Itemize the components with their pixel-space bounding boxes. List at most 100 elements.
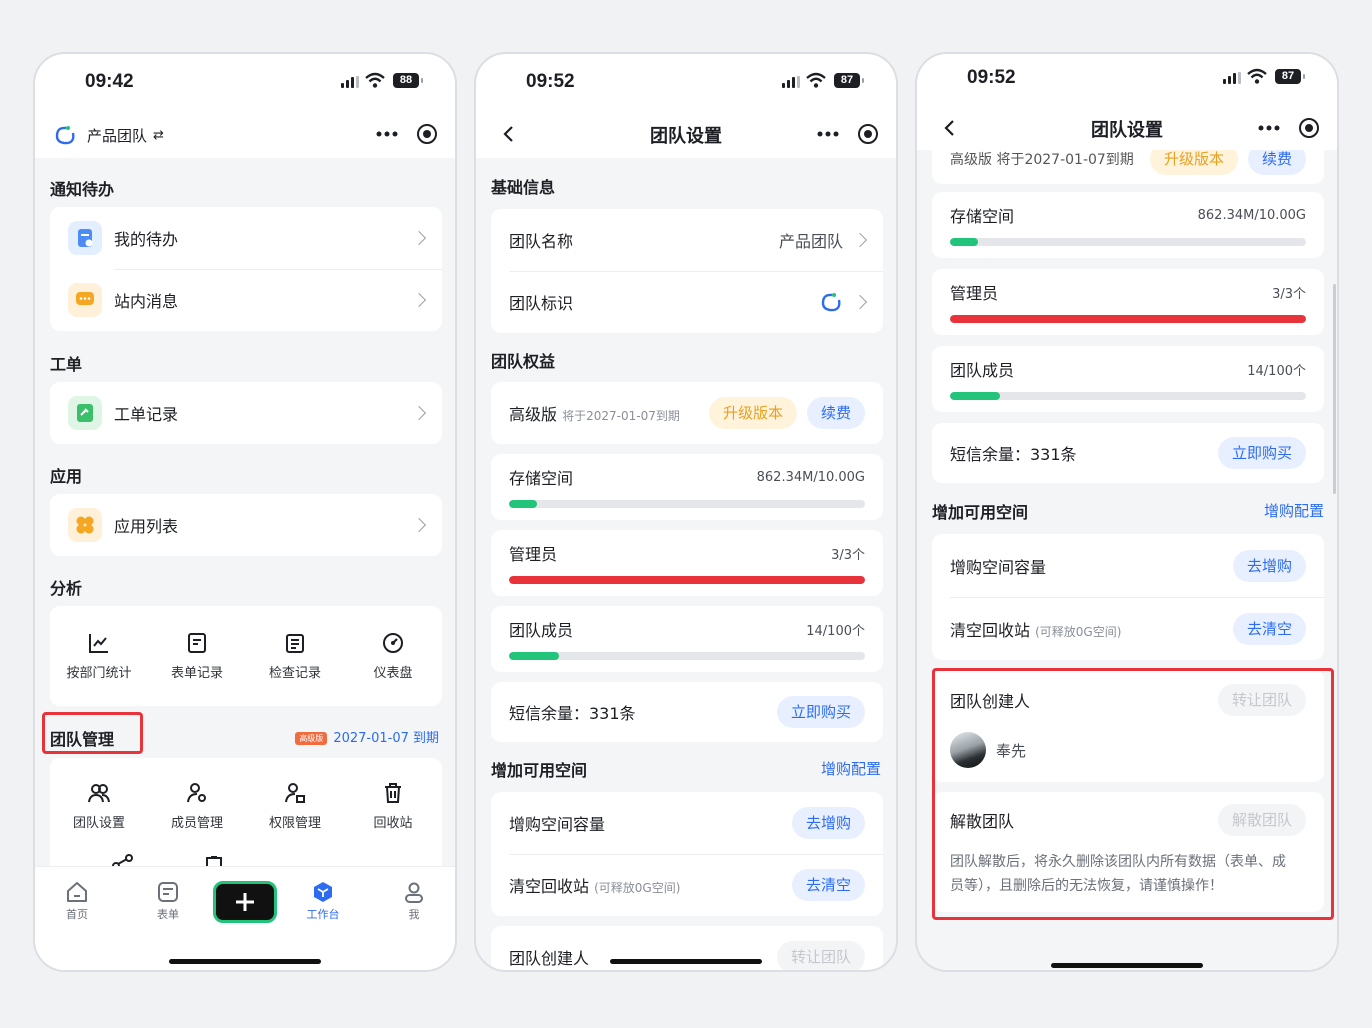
tab-label: 表单 (157, 908, 179, 921)
row-team-logo[interactable]: 团队标识 (491, 271, 883, 333)
tab-label: 首页 (66, 908, 88, 921)
grid-item-form-record[interactable]: 表单记录 (148, 632, 246, 681)
creator-card: 团队创建人 转让团队 (491, 926, 883, 970)
form-record-icon (188, 633, 206, 653)
grid-item-label: 表单记录 (170, 666, 223, 681)
admin-label: 管理员 (509, 545, 558, 564)
grid-item-permission-mgmt[interactable]: 权限管理 (246, 782, 344, 831)
check-record-icon (286, 634, 304, 653)
grid-item-label: 成员管理 (170, 816, 223, 831)
plan-badge: 高级版 (295, 732, 328, 745)
admin-card: 管理员 3/3个 (932, 269, 1324, 335)
member-progress (950, 392, 1306, 400)
row-clear-bin: 清空回收站 (可释放0G空间) 去清空 (932, 597, 1324, 660)
buy-space-button[interactable]: 去增购 (1232, 549, 1306, 582)
buy-sms-button[interactable]: 立即购买 (776, 696, 865, 728)
tab-form[interactable]: 表单 (138, 881, 198, 922)
list-item-my-todo[interactable]: 我的待办 (50, 207, 442, 269)
list-item-app-list[interactable]: 应用列表 (50, 494, 442, 556)
line-chart-icon (89, 634, 108, 653)
grid-item-label: 权限管理 (268, 816, 321, 831)
tab-home[interactable]: 首页 (47, 881, 107, 922)
trash-icon (385, 783, 401, 803)
renew-button[interactable]: 续费 (806, 397, 865, 429)
workorder-icon (68, 396, 102, 430)
user-icon (405, 882, 423, 903)
tab-workbench[interactable]: 工作台 (293, 881, 353, 922)
phone-workbench: 09:42 88 产品团队 ⇄ 通知待办 我的待办 站内消息 工单 工单记录 应… (33, 52, 457, 972)
dashboard-icon (383, 633, 403, 653)
scrollbar[interactable] (1333, 284, 1336, 494)
sms-row: 短信余量：331条 立即购买 (932, 423, 1324, 483)
transfer-team-button[interactable]: 转让团队 (776, 941, 865, 970)
grid-item-team-settings[interactable]: 团队设置 (50, 782, 148, 831)
close-miniapp-icon[interactable] (417, 124, 437, 144)
grid-item-recycle-bin[interactable]: 回收站 (344, 782, 442, 831)
space-config-link[interactable]: 增购配置 (1264, 500, 1324, 521)
section-basic: 基础信息 (491, 178, 556, 197)
grid-item-label: 检查记录 (268, 666, 321, 681)
clear-note: (可释放0G空间) (594, 881, 681, 895)
plan-card: 高级版 将于2027-01-07到期 升级版本 续费 (491, 382, 883, 444)
more-icon[interactable] (375, 124, 399, 144)
row-label: 增购空间容量 (950, 557, 1047, 577)
close-miniapp-icon[interactable] (858, 124, 878, 144)
grid-item-check-record[interactable]: 检查记录 (246, 632, 344, 681)
more-icon[interactable] (1257, 118, 1281, 138)
signal-icon (341, 76, 359, 88)
chevron-right-icon (852, 294, 868, 310)
home-indicator (1051, 963, 1203, 968)
section-space: 增加可用空间 (491, 761, 588, 780)
close-miniapp-icon[interactable] (1299, 118, 1319, 138)
todo-card: 我的待办 站内消息 (50, 207, 442, 331)
clear-bin-button[interactable]: 去清空 (1232, 612, 1306, 645)
home-indicator (610, 959, 762, 964)
home-icon (67, 882, 87, 902)
grid-item-dept-stats[interactable]: 按部门统计 (50, 632, 148, 681)
list-item-workorder[interactable]: 工单记录 (50, 382, 442, 444)
tab-label: 我 (408, 908, 420, 921)
row-buy-space: 增购空间容量 去增购 (491, 792, 883, 854)
clear-bin-button[interactable]: 去清空 (791, 869, 865, 901)
sms-card: 短信余量：331条 立即购买 (491, 682, 883, 742)
list-item-messages[interactable]: 站内消息 (50, 269, 442, 331)
tab-me[interactable]: 我 (384, 881, 444, 922)
space-config-link[interactable]: 增购配置 (821, 758, 881, 779)
buy-sms-button[interactable]: 立即购买 (1217, 437, 1306, 469)
upgrade-button[interactable]: 升级版本 (708, 397, 797, 429)
team-mgmt-card: 团队设置 成员管理 权限管理 回收站 (50, 758, 442, 878)
plan-info: 高级版 将于2027-01-07到期 (950, 152, 1134, 168)
grid-item-dashboard[interactable]: 仪表盘 (344, 632, 442, 681)
team-logo-icon (821, 293, 841, 312)
signal-icon (782, 76, 800, 88)
admin-value: 3/3个 (1272, 286, 1306, 302)
team-settings-icon (88, 784, 110, 803)
admin-progress-fill (509, 576, 865, 584)
status-bar: 09:52 87 (917, 54, 1337, 110)
admin-progress-fill (950, 315, 1306, 323)
storage-progress-fill (509, 500, 538, 508)
workbench-header: 产品团队 ⇄ (35, 110, 455, 158)
chevron-right-icon (411, 405, 427, 421)
buy-space-button[interactable]: 去增购 (791, 807, 865, 839)
row-team-name[interactable]: 团队名称 产品团队 (491, 209, 883, 271)
team-name-value: 产品团队 (778, 232, 843, 251)
more-icon[interactable] (816, 124, 840, 144)
member-progress (509, 652, 865, 660)
phone-team-settings-scrolled: 高级版 将于2027-01-07到期 升级版本 续费 09:52 87 团队设置… (915, 52, 1339, 972)
sms-card: 短信余量：331条 立即购买 (932, 423, 1324, 483)
battery-icon: 88 (393, 73, 423, 88)
create-button[interactable] (213, 881, 277, 923)
team-switcher[interactable]: 产品团队 ⇄ (53, 124, 164, 146)
storage-value: 862.34M/10.00G (756, 469, 865, 485)
section-analysis: 分析 (50, 579, 83, 598)
storage-row: 存储空间 862.34M/10.00G (491, 464, 883, 490)
phone-team-settings: 09:52 87 团队设置 基础信息 团队名称 产品团队 团队标识 团队权益 高… (474, 52, 898, 972)
member-label: 团队成员 (950, 361, 1015, 380)
grid-item-member-mgmt[interactable]: 成员管理 (148, 782, 246, 831)
section-todo: 通知待办 (50, 180, 115, 199)
row-label: 团队名称 (509, 232, 574, 251)
row-clear-bin: 清空回收站 (可释放0G空间) 去清空 (491, 854, 883, 916)
clear-label: 清空回收站 (950, 620, 1031, 640)
permission-icon (285, 783, 305, 803)
